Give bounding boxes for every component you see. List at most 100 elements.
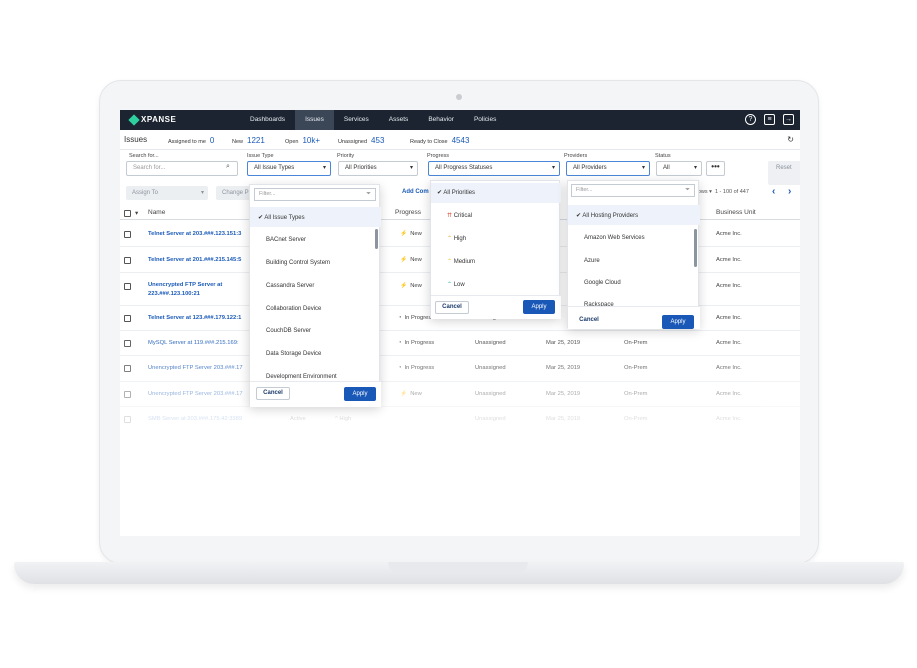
issue-name-link[interactable]: Telnet Server at 123.###.179.122:1: [148, 315, 241, 321]
issue-name-link[interactable]: Unencrypted FTP Server 203.###.17: [148, 391, 243, 397]
cancel-button[interactable]: Cancel: [435, 301, 469, 314]
issue-name-link[interactable]: SMB Server at 203.###.175.42:3389: [148, 416, 242, 422]
next-page-icon[interactable]: ›: [788, 186, 791, 197]
nav-behavior[interactable]: Behavior: [418, 110, 464, 130]
table-row[interactable]: Unencrypted FTP Server 203.###.17 ◔ In Pr…: [120, 356, 800, 382]
dropdown-item[interactable]: ⌃ Medium: [447, 258, 475, 265]
dropdown-item[interactable]: Development Environment: [266, 374, 337, 380]
providers-filter-input[interactable]: Filter... ⏷: [571, 184, 695, 197]
select-all-checkbox[interactable]: [124, 210, 131, 217]
scrollbar-thumb[interactable]: [694, 229, 697, 267]
cancel-button[interactable]: Cancel: [572, 315, 606, 328]
row-checkbox[interactable]: [124, 257, 131, 264]
page-title: Issues: [124, 135, 148, 144]
critical-icon: ⇈: [447, 213, 454, 219]
issue-name-link[interactable]: Telnet Server at 203.###.123.151:3: [148, 231, 241, 237]
more-filters-button[interactable]: •••: [706, 161, 725, 176]
business-unit-cell: Acme Inc.: [716, 257, 742, 263]
dropdown-item[interactable]: Google Cloud: [584, 280, 621, 286]
dropdown-item[interactable]: Cassandra Server: [266, 283, 314, 289]
table-row[interactable]: MySQL Server at 119.###.215.169: ◔ In Pro…: [120, 331, 800, 356]
business-unit-cell: Acme Inc.: [716, 315, 742, 321]
col-name[interactable]: Name: [148, 209, 165, 216]
assignee-cell: Unassigned: [475, 391, 506, 397]
apply-button[interactable]: Apply: [662, 315, 694, 329]
progress-label: Progress: [427, 153, 450, 159]
stat-assigned[interactable]: Assigned to me 0: [168, 136, 214, 145]
progress-cell: ◔ In Progress: [398, 340, 434, 346]
issue-name-link[interactable]: MySQL Server at 119.###.215.169:: [148, 340, 239, 346]
stat-new[interactable]: New 1221: [232, 136, 265, 145]
chevron-down-icon: ▾: [551, 165, 555, 171]
reset-button[interactable]: Reset: [768, 161, 800, 185]
apply-button[interactable]: Apply: [523, 300, 555, 314]
document-icon[interactable]: ≡: [764, 114, 775, 125]
help-icon[interactable]: ?: [745, 114, 756, 125]
col-progress[interactable]: Progress: [395, 209, 421, 216]
nav-issues[interactable]: Issues: [295, 110, 334, 130]
issue-type-select[interactable]: All Issue Types ▾: [247, 161, 331, 176]
select-menu-icon[interactable]: ▾: [135, 209, 138, 217]
scrollbar-thumb[interactable]: [375, 229, 378, 249]
dropdown-item[interactable]: Data Storage Device: [266, 351, 321, 357]
dropdown-item[interactable]: CouchDB Server: [266, 328, 311, 334]
dropdown-item[interactable]: ✔ All Priorities: [437, 189, 475, 196]
issue-name-link[interactable]: Telnet Server at 201.###.215.145:5: [148, 257, 241, 263]
stat-open[interactable]: Open 10k+: [285, 136, 320, 145]
filter-placeholder: Filter...: [259, 191, 276, 197]
assign-label: Assign To: [132, 190, 158, 196]
priority-select[interactable]: All Priorities ▾: [338, 161, 418, 176]
dropdown-item[interactable]: ⇈ Critical: [447, 212, 472, 219]
refresh-icon[interactable]: ↻: [787, 135, 794, 144]
dropdown-item[interactable]: Building Control System: [266, 260, 330, 266]
nav-policies[interactable]: Policies: [464, 110, 506, 130]
issue-type-filter-input[interactable]: Filter... ⏷: [254, 188, 376, 201]
progress-select[interactable]: All Progress Statuses ▾: [428, 161, 560, 176]
cancel-button[interactable]: Cancel: [256, 387, 290, 400]
stat-unassigned[interactable]: Unassigned 453: [338, 136, 384, 145]
dropdown-item[interactable]: ⌃ High: [447, 235, 466, 242]
dropdown-footer: Cancel Apply: [250, 381, 381, 407]
issue-name-link[interactable]: Unencrypted FTP Server 203.###.17: [148, 365, 243, 371]
row-checkbox[interactable]: [124, 416, 131, 423]
issue-type-dropdown: Filter... ⏷ ✔ All Issue Types BACnet Serv…: [249, 184, 381, 407]
progress-text: In Progress: [404, 365, 435, 371]
search-input[interactable]: Search for...: [126, 161, 238, 176]
nav-assets[interactable]: Assets: [379, 110, 419, 130]
progress-value: All Progress Statuses: [435, 165, 493, 171]
dropdown-item[interactable]: Collaboration Device: [266, 306, 321, 312]
brand-logo[interactable]: XPANSE: [128, 113, 176, 126]
status-select[interactable]: All ▾: [656, 161, 702, 176]
apply-button[interactable]: Apply: [344, 387, 376, 401]
dropdown-item[interactable]: Amazon Web Services: [584, 235, 645, 241]
table-row[interactable]: Unencrypted FTP Server 203.###.17 ⚡ New U…: [120, 382, 800, 407]
add-comment-link[interactable]: Add Com: [402, 189, 429, 195]
table-row[interactable]: SMB Server at 203.###.175.42:3389 Active…: [120, 407, 800, 432]
assignee-cell: Unassigned: [475, 416, 506, 422]
logout-icon[interactable]: →: [783, 114, 794, 125]
prev-page-icon[interactable]: ‹: [772, 186, 775, 197]
nav-dashboards[interactable]: Dashboards: [240, 110, 295, 130]
dropdown-item[interactable]: ✔ All Issue Types: [258, 214, 305, 221]
stat-ready[interactable]: Ready to Close 4543: [410, 136, 469, 145]
providers-select[interactable]: All Providers ▾: [566, 161, 650, 176]
issue-name-link-line2[interactable]: 223.###.123.100:21: [148, 291, 200, 297]
row-checkbox[interactable]: [124, 340, 131, 347]
row-checkbox[interactable]: [124, 365, 131, 372]
row-checkbox[interactable]: [124, 315, 131, 322]
dropdown-item[interactable]: Azure: [584, 258, 600, 264]
row-checkbox[interactable]: [124, 283, 131, 290]
dropdown-item[interactable]: ✔ All Hosting Providers: [576, 212, 638, 219]
issue-name-link[interactable]: Unencrypted FTP Server at: [148, 282, 222, 288]
dropdown-item[interactable]: ⌃ Low: [447, 281, 465, 288]
top-nav: XPANSE Dashboards Issues Services Assets…: [120, 110, 800, 130]
row-checkbox[interactable]: [124, 391, 131, 398]
col-business-unit[interactable]: Business Unit: [716, 209, 756, 216]
chevron-down-icon: ▾: [693, 165, 697, 171]
nav-services[interactable]: Services: [334, 110, 379, 130]
assign-to-button[interactable]: Assign To ▾: [126, 186, 208, 200]
progress-cell: ⚡ New: [400, 283, 422, 289]
business-unit-cell: Acme Inc.: [716, 283, 742, 289]
row-checkbox[interactable]: [124, 231, 131, 238]
dropdown-item[interactable]: BACnet Server: [266, 237, 306, 243]
